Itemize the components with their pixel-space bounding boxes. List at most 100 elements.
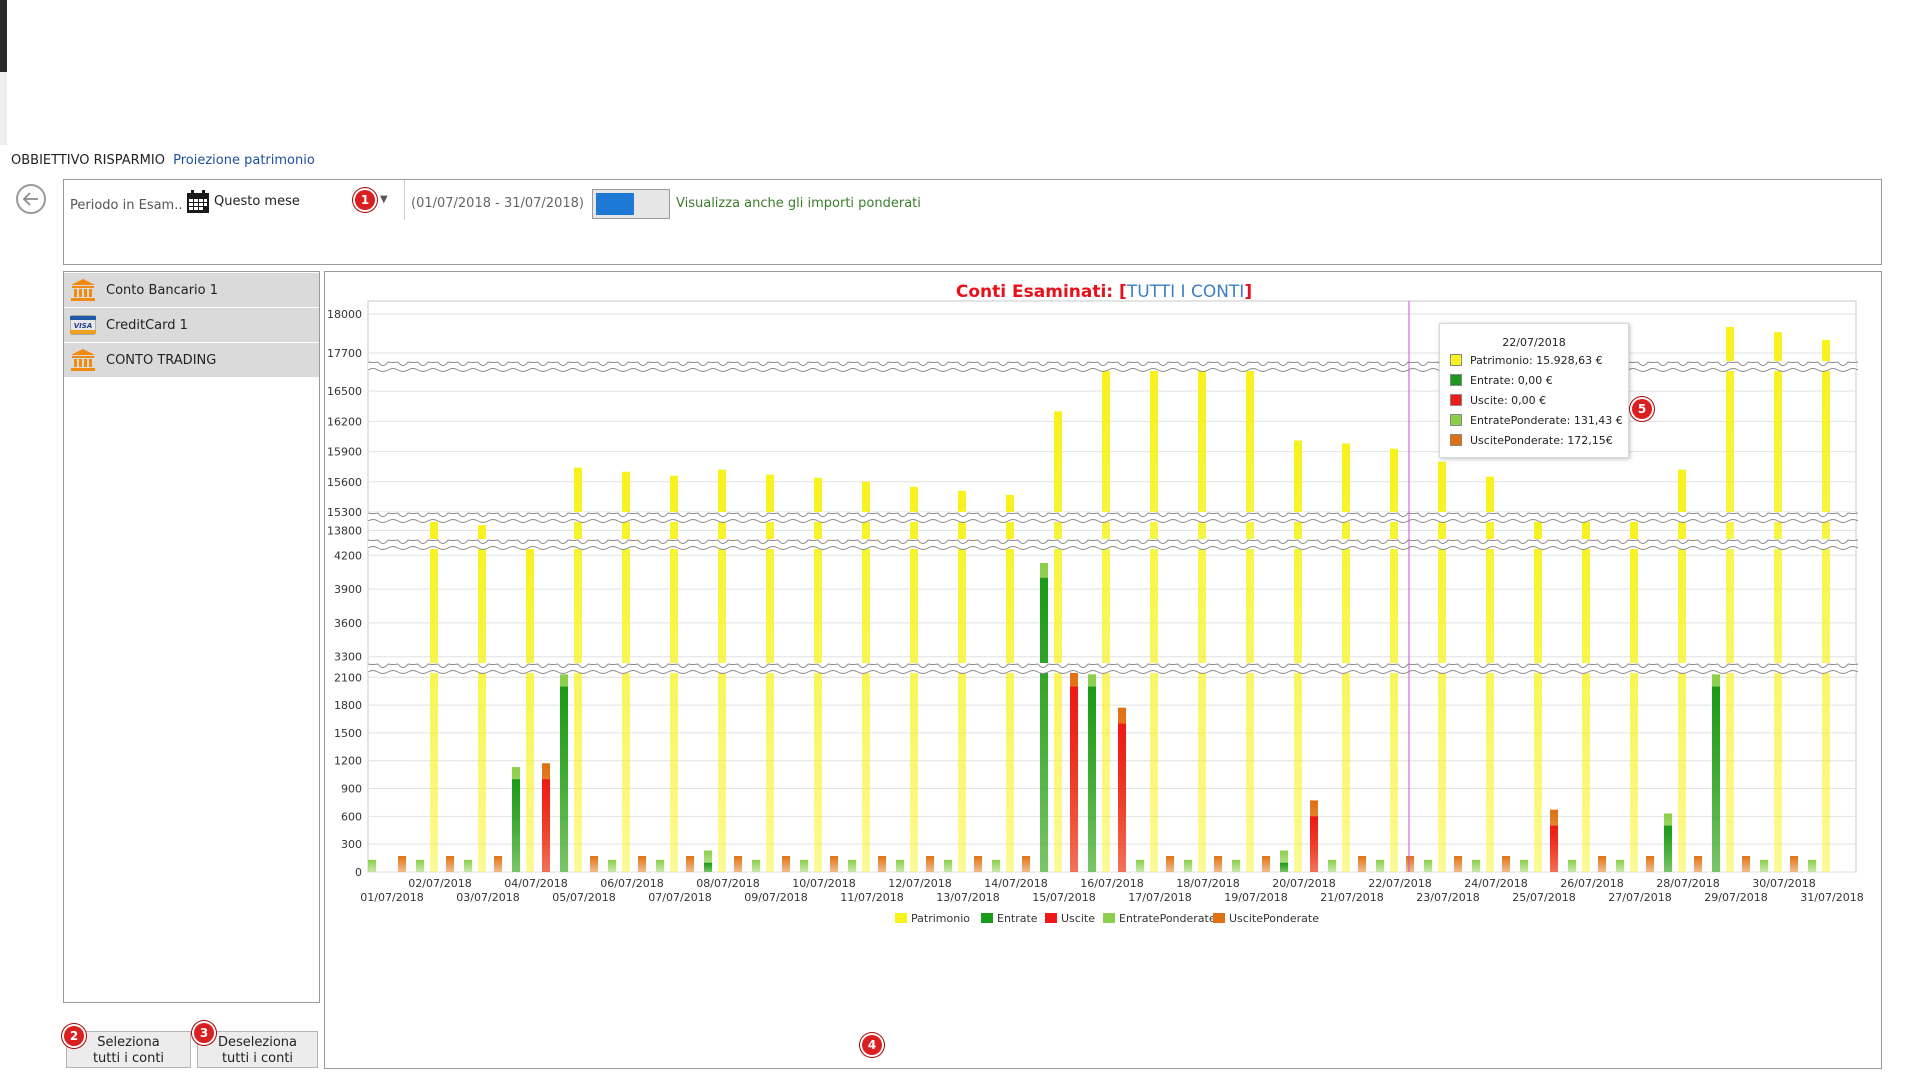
weighted-amounts-label: Visualizza anche gli importi ponderati: [676, 196, 921, 211]
bar-patrimonio: [670, 475, 678, 872]
bar-uscite-ponderate: [782, 856, 790, 872]
deselect-all-accounts-button[interactable]: Deseleziona tutti i conti: [197, 1031, 318, 1068]
back-button[interactable]: [16, 184, 46, 214]
bar-entrate-ponderate: [656, 859, 664, 872]
callout-badge-4: 4: [862, 1035, 882, 1055]
x-tick-label: 02/07/2018: [408, 877, 471, 890]
legend-swatch: [1213, 913, 1225, 923]
bar-entrate-ponderate: [1472, 859, 1480, 872]
bar-patrimonio: [1246, 366, 1254, 872]
bar-entrate-ponderate: [944, 859, 952, 872]
y-tick-label: 16200: [327, 415, 362, 428]
bar-uscite-ponderate: [398, 856, 406, 872]
bar-uscite: [1118, 723, 1126, 872]
x-tick-label: 29/07/2018: [1704, 891, 1767, 904]
filter-panel: Periodo in Esam... Questo mese ▼ (01/07/…: [63, 179, 1882, 265]
x-tick-label: 27/07/2018: [1608, 891, 1671, 904]
legend-label: Uscite: [1061, 912, 1095, 925]
bar-uscite: [1310, 816, 1318, 872]
bar-uscite-ponderate: [1406, 856, 1414, 872]
bar-entrate-ponderate: [1232, 859, 1240, 872]
bar-uscite-ponderate: [974, 856, 982, 872]
bar-entrate-ponderate: [464, 859, 472, 872]
bar-entrate-ponderate: [1376, 859, 1384, 872]
account-item-conto-trading[interactable]: CONTO TRADING: [64, 343, 319, 377]
bar-patrimonio: [1630, 517, 1638, 872]
bar-uscite-ponderate: [878, 856, 886, 872]
x-tick-label: 20/07/2018: [1272, 877, 1335, 890]
weighted-amounts-toggle[interactable]: [592, 189, 670, 219]
breadcrumb: OBBIETTIVO RISPARMIO Proiezione patrimon…: [11, 153, 315, 168]
bar-uscite-ponderate: [926, 856, 934, 872]
y-tick-label: 15300: [327, 506, 362, 519]
tooltip-swatch: [1450, 434, 1462, 446]
bar-uscite-ponderate: [830, 856, 838, 872]
bar-patrimonio: [1198, 366, 1206, 872]
bar-uscite-ponderate: [1262, 856, 1270, 872]
bar-entrate-ponderate: [800, 859, 808, 872]
y-tick-label: 1800: [334, 699, 362, 712]
callout-badge-1: 1: [355, 190, 375, 210]
select-all-accounts-button[interactable]: Seleziona tutti i conti: [66, 1031, 191, 1068]
bar-entrate: [512, 779, 520, 872]
bar-entrate-ponderate: [1520, 859, 1528, 872]
bar-patrimonio: [478, 525, 486, 872]
bar-uscite-ponderate: [734, 856, 742, 872]
tooltip-row-text: Patrimonio: 15.928,63 €: [1470, 354, 1603, 367]
tooltip-swatch: [1450, 354, 1462, 366]
visa-card-icon: VISA: [70, 315, 96, 335]
x-tick-label: 09/07/2018: [744, 891, 807, 904]
bar-patrimonio: [1582, 514, 1590, 872]
y-tick-label: 1200: [334, 755, 362, 768]
x-tick-label: 23/07/2018: [1416, 891, 1479, 904]
bar-entrate-ponderate: [608, 859, 616, 872]
period-label: Periodo in Esam...: [70, 198, 187, 213]
y-tick-label: 4200: [334, 549, 362, 562]
bank-icon: [71, 349, 95, 371]
tooltip-swatch: [1450, 394, 1462, 406]
button-label-line1: Seleziona: [97, 1035, 160, 1050]
chevron-down-icon: ▼: [380, 194, 388, 205]
bar-uscite-ponderate: [1790, 856, 1798, 872]
x-tick-label: 18/07/2018: [1176, 877, 1239, 890]
bar-uscite-ponderate: [686, 856, 694, 872]
account-item-creditcard-1[interactable]: VISA CreditCard 1: [64, 308, 319, 342]
bar-uscite-ponderate: [1214, 856, 1222, 872]
account-item-conto-bancario-1[interactable]: Conto Bancario 1: [64, 273, 319, 307]
tooltip-swatch: [1450, 374, 1462, 386]
callout-badge-2: 2: [64, 1026, 84, 1046]
bar-entrate-ponderate: [1616, 859, 1624, 872]
bar-uscite-ponderate: [1022, 856, 1030, 872]
bar-patrimonio: [766, 474, 774, 872]
bar-entrate-ponderate: [896, 859, 904, 872]
button-label-line2: tutti i conti: [92, 1051, 165, 1066]
bar-uscite-ponderate: [1454, 856, 1462, 872]
tooltip-swatch: [1450, 414, 1462, 426]
callout-badge-3: 3: [194, 1023, 214, 1043]
y-tick-label: 18000: [327, 308, 362, 321]
tooltip-row-text: EntratePonderate: 131,43 €: [1470, 414, 1623, 427]
legend-label: UscitePonderate: [1229, 912, 1319, 925]
callout-badge-5: 5: [1632, 399, 1652, 419]
y-tick-label: 1500: [334, 727, 362, 740]
bar-entrate-ponderate: [1184, 859, 1192, 872]
bar-patrimonio: [1486, 476, 1494, 872]
period-value: Questo mese: [214, 194, 300, 209]
bar-entrate-ponderate: [1424, 859, 1432, 872]
bank-icon: [71, 279, 95, 301]
breadcrumb-section: OBBIETTIVO RISPARMIO: [11, 153, 165, 168]
legend-swatch: [895, 913, 907, 923]
x-tick-label: 07/07/2018: [648, 891, 711, 904]
breadcrumb-page-link[interactable]: Proiezione patrimonio: [173, 153, 315, 168]
bar-entrate-ponderate: [1568, 859, 1576, 872]
x-tick-label: 13/07/2018: [936, 891, 999, 904]
bar-uscite-ponderate: [1646, 856, 1654, 872]
button-label-line1: Deseleziona: [218, 1035, 297, 1050]
tooltip-row-text: Uscite: 0,00 €: [1470, 394, 1547, 407]
bar-entrate-ponderate: [1328, 859, 1336, 872]
x-tick-label: 04/07/2018: [504, 877, 567, 890]
bar-patrimonio: [1534, 511, 1542, 872]
bar-patrimonio: [1102, 366, 1110, 872]
bar-entrate-ponderate: [416, 859, 424, 872]
x-tick-label: 15/07/2018: [1032, 891, 1095, 904]
